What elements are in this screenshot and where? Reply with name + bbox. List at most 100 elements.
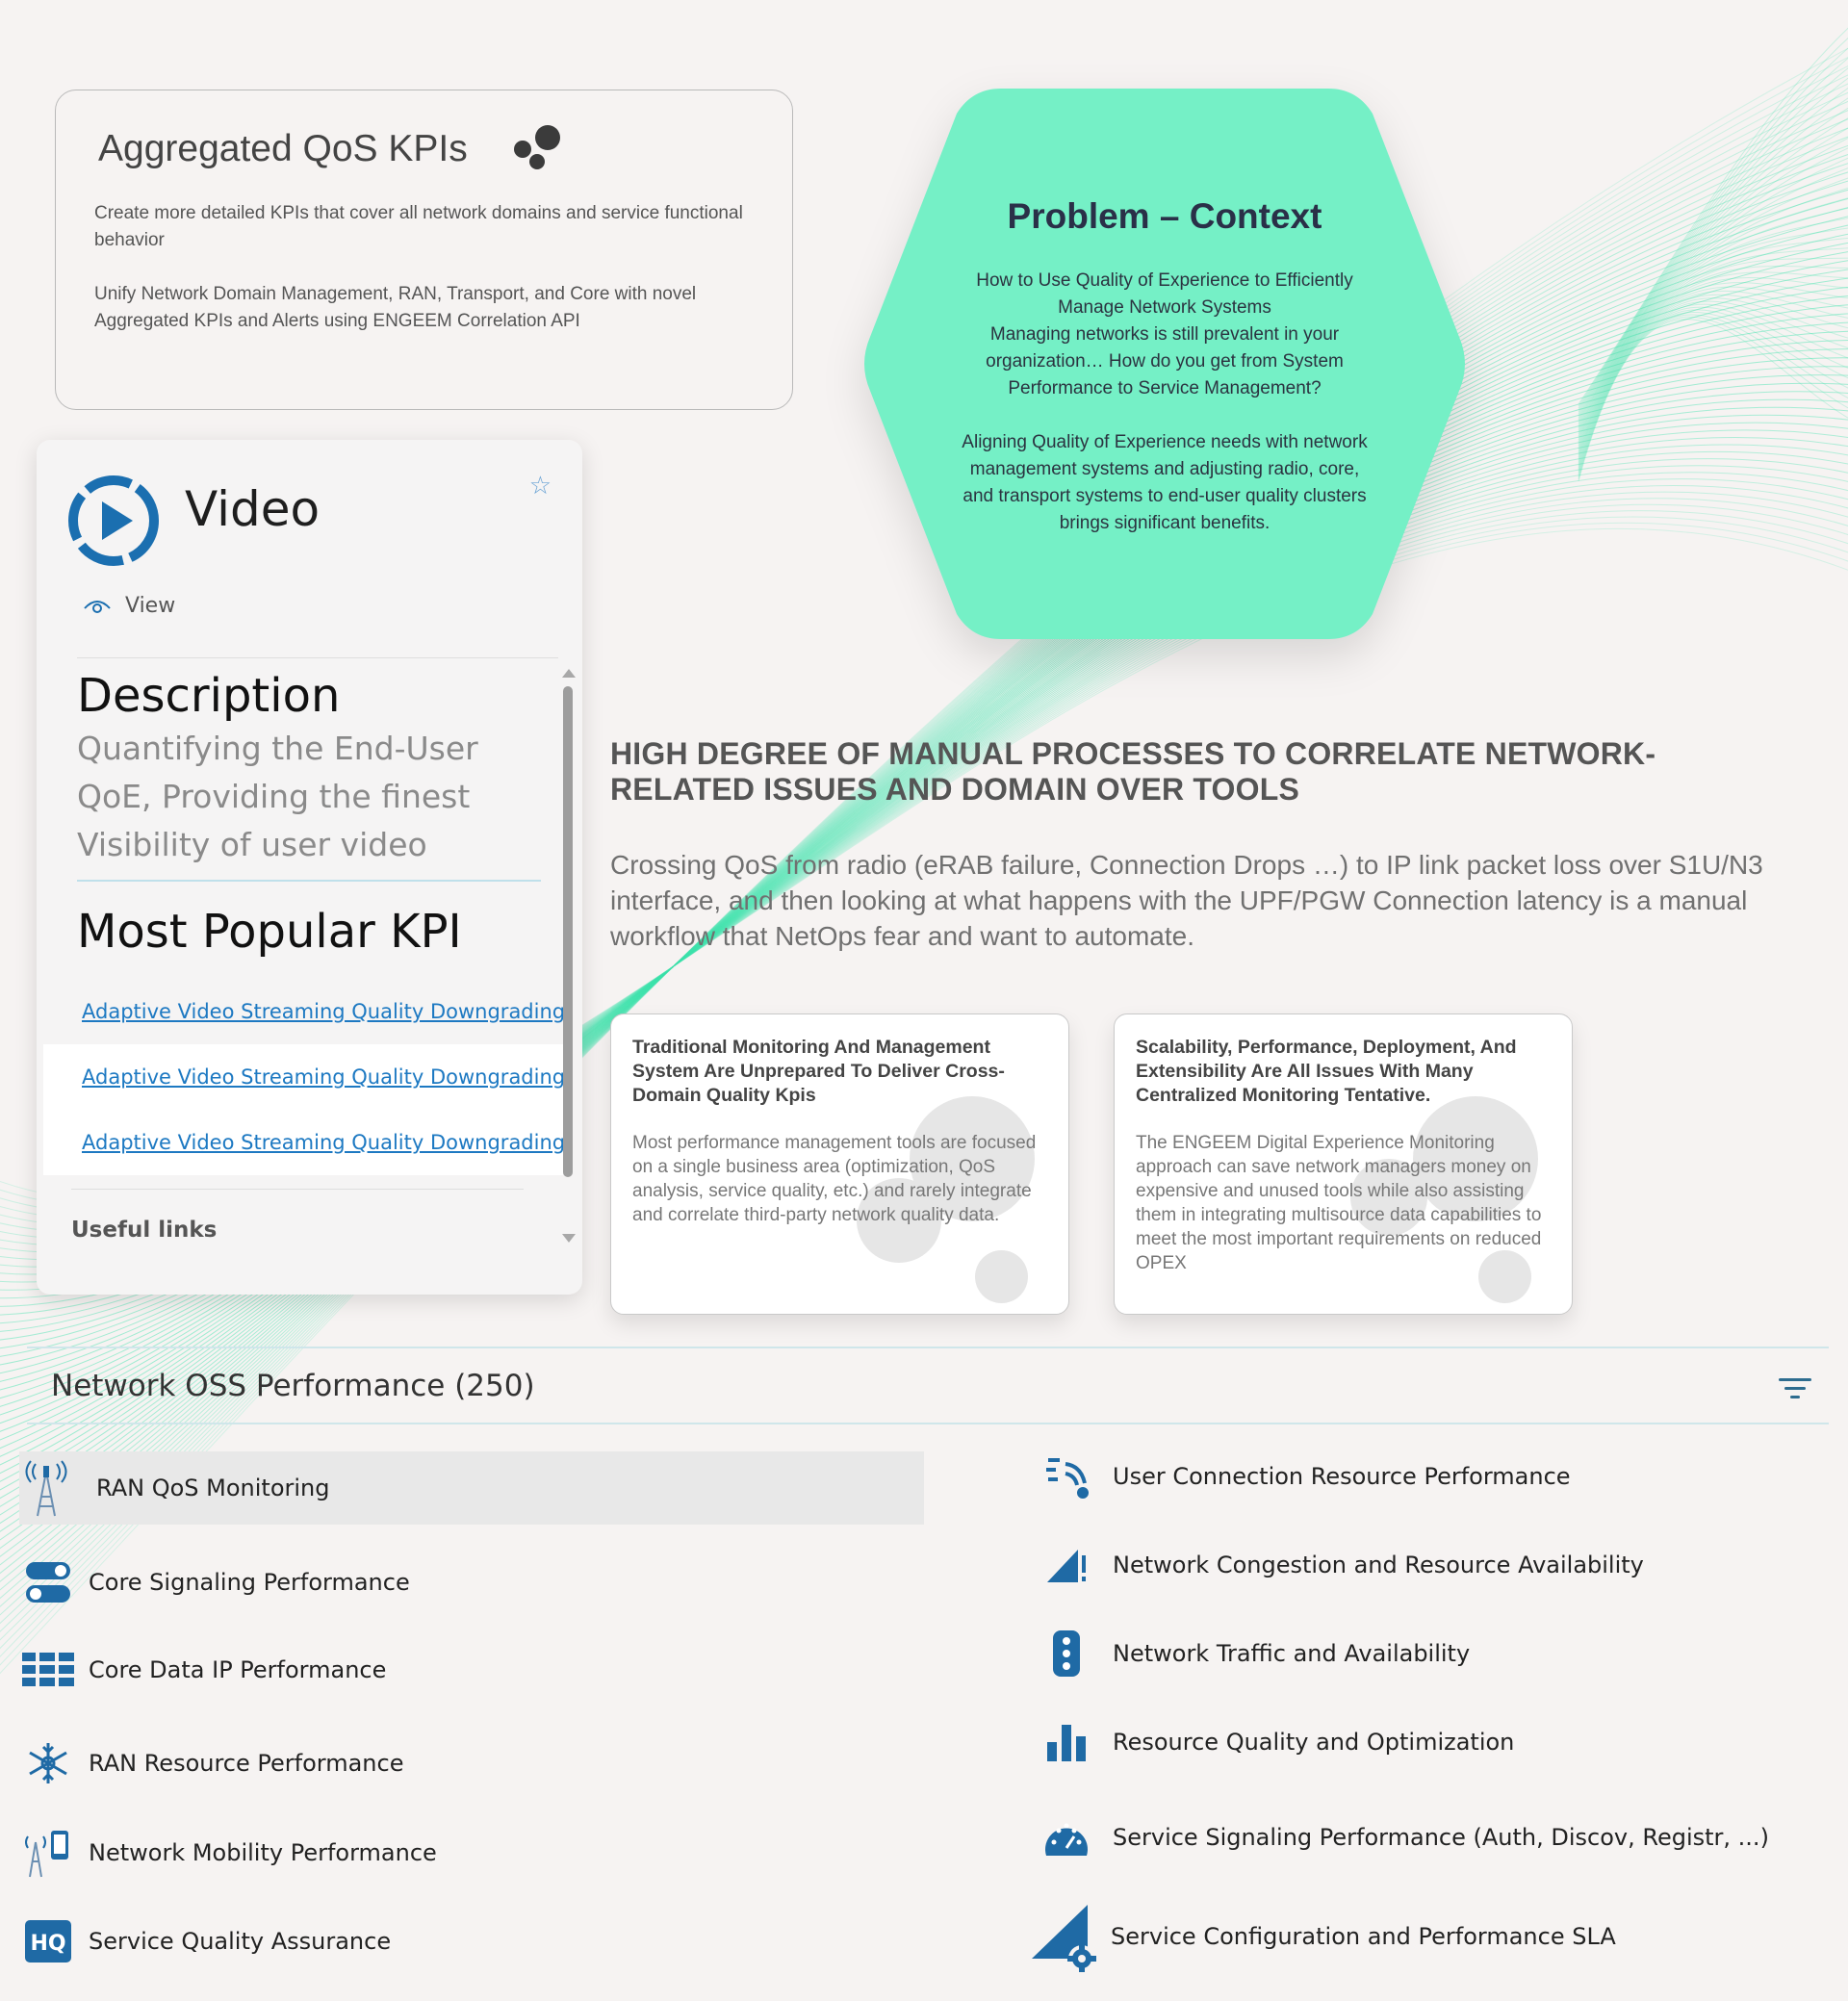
- card-title: Traditional Monitoring And Management Sy…: [632, 1037, 1005, 1106]
- video-panel: Video ☆ View Description Quantifying the…: [37, 440, 582, 1295]
- wave-line: [1578, 266, 1848, 452]
- oss-item-label: Service Quality Assurance: [89, 1928, 392, 1955]
- wave-line: [1578, 57, 1848, 411]
- wave-line: [1578, 247, 1848, 449]
- wave-line: [1578, 38, 1848, 407]
- oss-item-service-signaling[interactable]: Service Signaling Performance (Auth, Dis…: [1040, 1810, 1769, 1864]
- wave-line: [1578, 316, 1848, 480]
- oss-item-core-signaling-performance[interactable]: Core Signaling Performance: [21, 1555, 410, 1609]
- wave-line: [1578, 197, 1848, 439]
- problem-context-paragraph-1: How to Use Quality of Experience to Effi…: [976, 270, 1353, 398]
- oss-item-service-quality-assurance[interactable]: HQ Service Quality Assurance: [21, 1914, 391, 1968]
- wave-line: [1578, 300, 1848, 468]
- oss-item-label: Core Signaling Performance: [89, 1569, 410, 1596]
- oss-item-network-congestion[interactable]: Network Congestion and Resource Availabi…: [1040, 1538, 1644, 1592]
- wave-line: [1578, 271, 1848, 454]
- oss-item-user-connection-resource-performance[interactable]: User Connection Resource Performance: [1040, 1449, 1571, 1503]
- oss-item-label: User Connection Resource Performance: [1113, 1463, 1571, 1490]
- wave-line: [1578, 218, 1848, 443]
- favorite-star-icon[interactable]: ☆: [529, 471, 552, 500]
- wave-line: [1578, 77, 1848, 415]
- wave-line: [1578, 286, 1848, 460]
- oss-item-label: Network Mobility Performance: [89, 1839, 437, 1866]
- oss-item-resource-quality[interactable]: Resource Quality and Optimization: [1040, 1715, 1514, 1769]
- wave-line: [1578, 117, 1848, 423]
- kpi-link[interactable]: Adaptive Video Streaming Quality Downgra…: [82, 1065, 563, 1089]
- kpi-link[interactable]: Adaptive Video Streaming Quality Downgra…: [82, 1000, 563, 1023]
- kpi-link[interactable]: Adaptive Video Streaming Quality Downgra…: [82, 1131, 563, 1154]
- description-title: Description: [77, 669, 341, 723]
- wave-line: [1578, 294, 1848, 464]
- wave-line: [1578, 306, 1848, 472]
- wave-line: [1578, 207, 1848, 441]
- problem-context-paragraph-2: Aligning Quality of Experience needs wit…: [962, 432, 1368, 533]
- wave-line: [1578, 290, 1848, 462]
- wave-line: [1578, 187, 1848, 437]
- card-text: Most performance management tools are fo…: [632, 1133, 1037, 1225]
- scroll-down-arrow-icon[interactable]: [562, 1234, 576, 1243]
- video-title: Video: [185, 481, 321, 537]
- qos-card-paragraph-2: Unify Network Domain Management, RAN, Tr…: [94, 284, 697, 331]
- traditional-monitoring-card: Traditional Monitoring And Management Sy…: [610, 1013, 1069, 1315]
- wave-line: [1578, 297, 1848, 466]
- decorative-circle: [975, 1250, 1028, 1303]
- problem-context-content: Problem – Context How to Use Quality of …: [958, 196, 1372, 537]
- wave-line: [1578, 107, 1848, 421]
- description-text: Quantifying the End-User QoE, Providing …: [77, 730, 478, 863]
- wave-line: [1578, 257, 1848, 450]
- useful-links-divider: [71, 1189, 524, 1190]
- oss-item-label: Network Congestion and Resource Availabi…: [1113, 1552, 1644, 1578]
- wave-line: [1578, 282, 1848, 458]
- wave-line: [1578, 319, 1848, 482]
- wave-line: [1578, 67, 1848, 413]
- oss-item-network-traffic[interactable]: Network Traffic and Availability: [1040, 1627, 1470, 1680]
- scroll-up-arrow-icon[interactable]: [562, 669, 576, 678]
- oss-item-label: Core Data IP Performance: [89, 1656, 387, 1683]
- wireless-user-icon: [1040, 1449, 1093, 1503]
- scrollbar[interactable]: [561, 669, 576, 1246]
- card-text: The ENGEEM Digital Experience Monitoring…: [1136, 1133, 1542, 1273]
- toggle-switches-icon: [21, 1555, 75, 1609]
- aggregated-qos-card: Aggregated QoS KPIs Create more detailed…: [55, 90, 793, 410]
- kpi-link-list: Adaptive Video Streaming Quality Downgra…: [43, 979, 563, 1175]
- oss-item-network-mobility-performance[interactable]: Network Mobility Performance: [21, 1826, 437, 1880]
- signal-gear-icon: [1030, 1901, 1097, 1972]
- oss-item-service-configuration[interactable]: Service Configuration and Performance SL…: [1030, 1901, 1616, 1972]
- wave-line: [1578, 147, 1848, 428]
- scrollbar-thumb[interactable]: [563, 686, 573, 1177]
- wave-line: [1578, 47, 1848, 409]
- grid-list-icon: [21, 1643, 75, 1697]
- oss-item-ran-qos-monitoring[interactable]: RAN QoS Monitoring: [19, 1451, 924, 1525]
- view-label: View: [125, 594, 176, 618]
- wave-line: [1578, 237, 1848, 447]
- wave-line: [1578, 167, 1848, 432]
- bubbles-icon: [513, 125, 562, 173]
- scalability-card: Scalability, Performance, Deployment, An…: [1114, 1013, 1573, 1315]
- signal-warning-icon: [1040, 1538, 1093, 1592]
- video-panel-header: Video: [65, 473, 320, 569]
- view-button[interactable]: View: [83, 594, 175, 618]
- play-circle-icon: [68, 475, 159, 566]
- kpi-link-row: Adaptive Video Streaming Quality Downgra…: [43, 979, 563, 1044]
- oss-item-ran-resource-performance[interactable]: RAN Resource Performance: [21, 1736, 403, 1790]
- filter-icon[interactable]: [1779, 1376, 1813, 1401]
- card-title: Scalability, Performance, Deployment, An…: [1136, 1037, 1517, 1106]
- wave-line: [1578, 227, 1848, 445]
- bar-chart-icon: [1040, 1715, 1093, 1769]
- wave-line: [1578, 138, 1848, 426]
- wave-line: [1578, 277, 1848, 456]
- oss-top-divider: [27, 1347, 1829, 1348]
- kpi-link-row: Adaptive Video Streaming Quality Downgra…: [43, 1044, 563, 1110]
- tower-phone-icon: [21, 1826, 75, 1880]
- oss-item-core-data-ip-performance[interactable]: Core Data IP Performance: [21, 1643, 386, 1697]
- traffic-light-icon: [1040, 1627, 1093, 1680]
- useful-links-label[interactable]: Useful links: [71, 1218, 217, 1243]
- qos-card-heading: Aggregated QoS KPIs: [98, 125, 754, 173]
- problem-context-title: Problem – Context: [1007, 196, 1322, 236]
- oss-item-label: Resource Quality and Optimization: [1113, 1729, 1515, 1756]
- wave-line: [1578, 309, 1848, 474]
- speedometer-icon: [1040, 1810, 1093, 1864]
- problem-context-hexagon: Problem – Context How to Use Quality of …: [857, 89, 1473, 639]
- video-panel-scroll-area[interactable]: Description Quantifying the End-User QoE…: [37, 661, 563, 1239]
- wave-line: [1578, 314, 1848, 478]
